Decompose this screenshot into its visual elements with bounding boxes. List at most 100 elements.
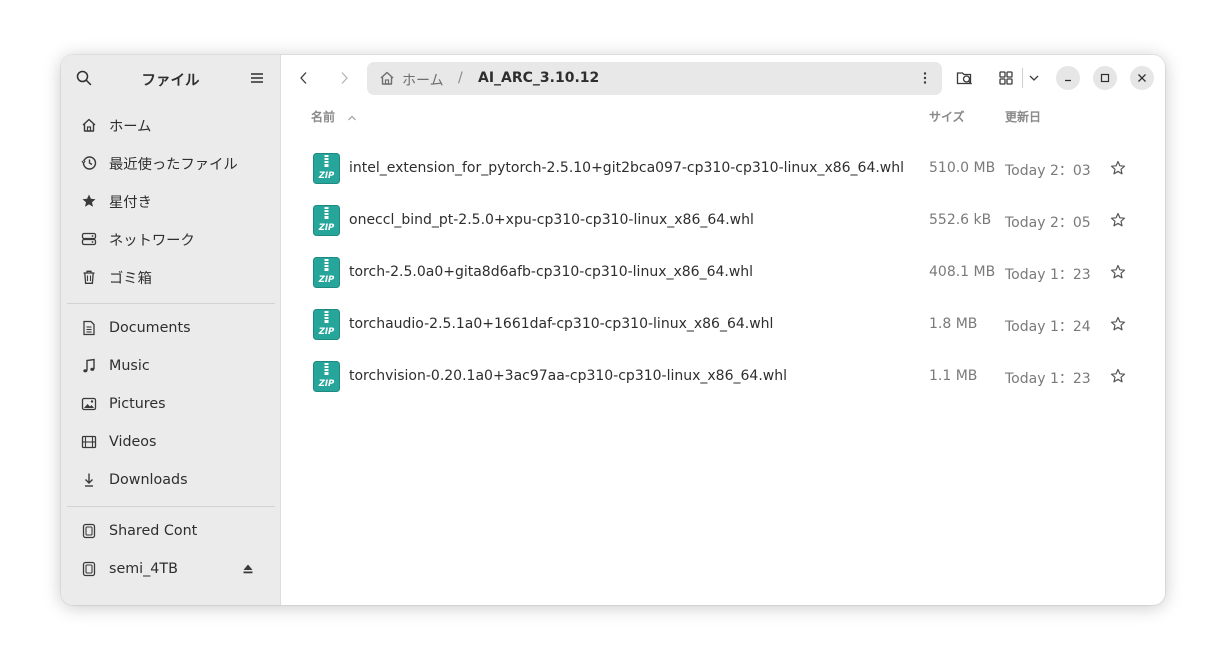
sidebar-item-label: ゴミ箱 [109,270,152,287]
svg-text:ZIP: ZIP [318,275,335,285]
zip-file-icon: ZIP [313,309,340,340]
search-files-button[interactable] [953,66,977,90]
sidebar-item-label: Videos [109,434,157,450]
file-size: 1.8 MB [929,316,978,332]
file-name: torch-2.5.0a0+gita8d6afb-cp310-cp310-lin… [349,264,754,280]
sidebar-item-home[interactable]: ホーム [75,108,267,142]
sidebar: ファイル ホーム 最近使ったファイル 星付き ネットワーク ゴミ箱 Docume… [61,55,281,605]
document-icon [80,319,98,337]
trash-icon [80,268,98,286]
file-row[interactable]: ZIP torch-2.5.0a0+gita8d6afb-cp310-cp310-… [281,247,1165,299]
sidebar-item-label: 星付き [109,194,152,211]
sidebar-item-label: Shared Cont [109,523,198,539]
sidebar-item-label: Pictures [109,396,166,412]
zip-file-icon: ZIP [313,205,340,236]
file-name: intel_extension_for_pytorch-2.5.10+git2b… [349,160,905,176]
breadcrumb-home[interactable]: ホーム [402,70,444,90]
close-button[interactable] [1130,66,1154,90]
sidebar-item-network[interactable]: ネットワーク [75,222,267,256]
minimize-button[interactable] [1056,66,1080,90]
back-button[interactable] [292,66,316,90]
chevron-down-icon [1029,75,1039,81]
file-size: 552.6 kB [929,212,992,228]
file-name: torchaudio-2.5.1a0+1661daf-cp310-cp310-l… [349,316,774,332]
file-size: 1.1 MB [929,368,978,384]
sidebar-item-label: semi_4TB [109,561,178,577]
sidebar-item-label: Music [109,358,150,374]
sidebar-item-downloads[interactable]: Downloads [75,463,267,497]
file-modified: Today 1：23 [1005,267,1091,283]
sidebar-item-label: Downloads [109,472,188,488]
sidebar-header: ファイル [61,55,280,101]
sidebar-item-label: ネットワーク [109,232,195,249]
home-icon [80,116,98,134]
recent-icon [80,154,98,172]
file-modified: Today 2：03 [1005,163,1091,179]
file-modified: Today 1：23 [1005,371,1091,387]
sidebar-item-videos[interactable]: Videos [75,425,267,459]
star-outline-icon[interactable] [1110,368,1126,384]
zip-file-icon: ZIP [313,361,340,392]
drive-icon [80,560,98,578]
sidebar-item-label: 最近使ったファイル [109,156,238,173]
music-icon [80,357,98,375]
maximize-button[interactable] [1093,66,1117,90]
location-bar[interactable]: ホーム / AI_ARC_3.10.12 [367,62,942,95]
network-icon [80,230,98,248]
sidebar-item-shared-cont[interactable]: Shared Cont [75,514,267,548]
minimize-icon [1065,79,1071,82]
sidebar-item-pictures[interactable]: Pictures [75,387,267,421]
file-row[interactable]: ZIP oneccl_bind_pt-2.5.0+xpu-cp310-cp310-… [281,195,1165,247]
sort-ascending-icon [348,115,357,120]
main-pane: ホーム / AI_ARC_3.10.12 名前 サイズ 更新日 ZIP inte… [281,55,1165,605]
file-name: torchvision-0.20.1a0+3ac97aa-cp310-cp310… [349,368,787,384]
chevron-right-icon [341,72,348,84]
view-options-button[interactable] [1022,66,1046,90]
star-outline-icon[interactable] [1110,316,1126,332]
star-outline-icon[interactable] [1110,160,1126,176]
maximize-icon [1100,73,1110,83]
sidebar-item-label: ホーム [109,118,152,135]
more-vertical-icon[interactable] [918,71,932,85]
svg-text:ZIP: ZIP [318,171,335,181]
sidebar-item-documents[interactable]: Documents [75,311,267,345]
sidebar-divider [67,506,275,507]
column-header-modified[interactable]: 更新日 [1005,108,1041,125]
column-header-label: 名前 [311,110,336,124]
eject-icon[interactable] [241,562,255,576]
breadcrumb-separator: / [458,70,463,86]
sidebar-item-starred[interactable]: 星付き [75,184,267,218]
svg-text:ZIP: ZIP [318,223,335,233]
videos-icon [80,433,98,451]
star-outline-icon[interactable] [1110,264,1126,280]
downloads-icon [80,471,98,489]
sidebar-item-trash[interactable]: ゴミ箱 [75,260,267,294]
folder-search-icon [956,72,972,85]
sidebar-item-music[interactable]: Music [75,349,267,383]
column-header-name[interactable]: 名前 [311,108,357,125]
grid-view-icon [999,71,1013,85]
breadcrumb-current[interactable]: AI_ARC_3.10.12 [478,70,599,86]
star-outline-icon[interactable] [1110,212,1126,228]
file-row[interactable]: ZIP intel_extension_for_pytorch-2.5.10+gi… [281,143,1165,195]
close-icon [1138,74,1146,82]
forward-button[interactable] [332,66,356,90]
file-modified: Today 2：05 [1005,215,1091,231]
hamburger-menu-icon[interactable] [249,70,265,86]
svg-text:ZIP: ZIP [318,327,335,337]
column-header-size[interactable]: サイズ [929,108,965,125]
sidebar-divider [67,303,275,304]
file-modified: Today 1：24 [1005,319,1091,335]
file-manager-window: ファイル ホーム 最近使ったファイル 星付き ネットワーク ゴミ箱 Docume… [61,55,1165,605]
app-title: ファイル [141,73,200,89]
sidebar-item-recent[interactable]: 最近使ったファイル [75,146,267,180]
file-row[interactable]: ZIP torchaudio-2.5.1a0+1661daf-cp310-cp31… [281,299,1165,351]
file-row[interactable]: ZIP torchvision-0.20.1a0+3ac97aa-cp310-cp… [281,351,1165,403]
sidebar-item-semi-4tb[interactable]: semi_4TB [75,552,267,586]
sidebar-item-label: Documents [109,320,191,336]
drive-icon [80,522,98,540]
home-icon [380,71,394,85]
star-icon [80,192,98,210]
grid-view-button[interactable] [994,66,1018,90]
chevron-left-icon [300,72,307,84]
